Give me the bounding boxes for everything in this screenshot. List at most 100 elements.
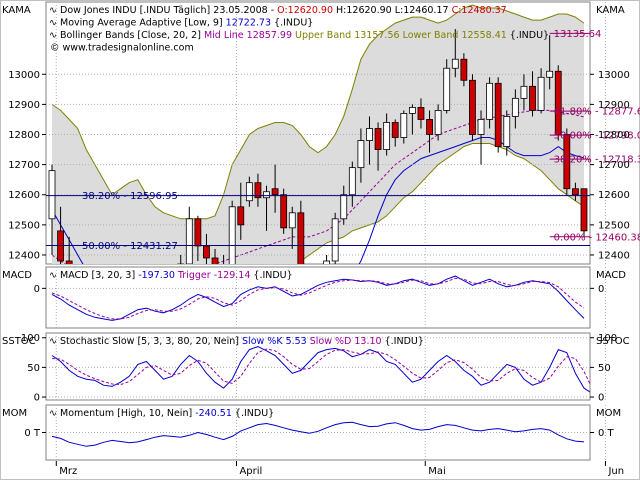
legend-text: Moving Average Adaptive [Low, 9] — [60, 18, 223, 29]
price-side-label-right: KAMA — [596, 5, 625, 16]
y-tick-label-left: 12600 — [8, 190, 40, 201]
reference-line-label: 0.00% - 12460.38 — [554, 232, 640, 243]
reference-line-label: 50.00% - 12431.27 — [82, 241, 178, 252]
candle-body — [426, 119, 433, 135]
legend-value: {.INDU} — [382, 336, 424, 347]
x-tick-label-mai: Mai — [428, 466, 446, 477]
candle-body — [288, 212, 296, 229]
x-tick-label-jun: Jun — [607, 466, 624, 477]
x-tick-label-mrz: Mrz — [59, 466, 77, 477]
y-tick-label-right: 12700 — [598, 160, 630, 171]
sstoc-side-label-right: SSTOC — [596, 336, 630, 347]
y-tick-label-left: 0 T — [24, 428, 41, 439]
legend-wave-icon: ∿ — [49, 336, 57, 347]
y-tick-label-left: 12700 — [8, 160, 40, 171]
price-side-label-left: KAMA — [2, 5, 31, 16]
y-tick-label-left: 12500 — [8, 220, 40, 231]
sstoc-legend-0: Stochastic Slow [5, 3, 3, 80, 20, Nein] … — [60, 336, 424, 347]
mom-side-label-left: MOM — [2, 408, 27, 419]
y-tick-label-right: 12500 — [598, 220, 630, 231]
price-legend-1: Moving Average Adaptive [Low, 9] 12722.7… — [60, 18, 313, 29]
y-tick-label-left: 13000 — [8, 70, 40, 81]
legend-value: Slow %K 5.53 — [239, 336, 307, 347]
candle-body — [357, 140, 365, 169]
candle-body — [245, 182, 253, 202]
y-tick-label-right: 0 T — [598, 428, 615, 439]
mom-legend-0: Momentum [High, 10, Nein] -240.51 {.INDU… — [60, 408, 274, 419]
candle-body — [400, 113, 408, 138]
legend-text: Bollinger Bands [Close, 20, 2] — [60, 30, 201, 41]
candle-body — [546, 70, 554, 78]
candle-body — [443, 67, 451, 111]
macd-side-label-left: MACD — [2, 270, 32, 281]
candle-body — [520, 85, 528, 99]
candle-body — [331, 218, 339, 262]
y-tick-label-left: 50 — [27, 363, 40, 374]
candle-body — [580, 188, 588, 232]
candle-body — [383, 122, 391, 150]
y-tick-label-left: 12400 — [8, 250, 40, 261]
y-tick-label-right: 0 — [598, 393, 604, 404]
candle-body — [48, 170, 56, 220]
y-tick-label-left: 0 — [34, 284, 40, 295]
legend-wave-icon: ∿ — [49, 30, 57, 41]
legend-value: O:12620.90 — [277, 5, 333, 16]
candle-body — [203, 245, 210, 259]
reference-line-label: 13135.64 — [554, 29, 602, 40]
price-legend-2: Bollinger Bands [Close, 20, 2] Mid Line … — [60, 30, 549, 41]
legend-wave-icon: ∿ — [49, 18, 57, 29]
legend-wave-icon: ∿ — [49, 270, 57, 281]
price-legend-0: Dow Jones INDU [.INDU Täglich] 23.05.200… — [60, 5, 507, 16]
candle-body — [434, 110, 442, 135]
candle-body — [537, 76, 545, 111]
y-tick-label-right: 12900 — [598, 100, 630, 111]
y-tick-label-right: 12800 — [598, 130, 630, 141]
candle-body — [494, 82, 502, 147]
candle-body — [374, 128, 382, 150]
candle-body — [408, 107, 416, 114]
sstoc-side-label-left: SSTOC — [2, 336, 36, 347]
legend-value: -129.14 — [211, 270, 251, 281]
macd-legend-0: MACD [3, 20, 3] -197.30 Trigger -129.14 … — [60, 270, 293, 281]
candle-body — [391, 122, 399, 138]
y-tick-label-right: 12600 — [598, 190, 630, 201]
candle-body — [529, 85, 536, 111]
y-tick-label-left: 12900 — [8, 100, 40, 111]
legend-value: Mid Line 12857.99 — [201, 30, 292, 41]
candle-body — [477, 119, 485, 135]
legend-text: Stochastic Slow [5, 3, 3, 80, 20, Nein] — [60, 336, 239, 347]
candle-body — [237, 206, 245, 226]
legend-text: © www.tradesignalonline.com — [50, 43, 194, 54]
legend-text: MACD [3, 20, 3] — [60, 270, 135, 281]
legend-value: H:12620.90 L:12460.17 — [333, 5, 452, 16]
legend-value: Slow %D 13.10 — [307, 336, 382, 347]
trading-chart: Mrz April Mai Jun 38.20% - 12596.95 50.00% - … — [0, 0, 640, 480]
candle-body — [511, 97, 519, 117]
legend-value: {.INDU} — [271, 18, 313, 29]
legend-value: {.INDU} — [507, 30, 549, 41]
legend-value: {.INDU} — [250, 270, 292, 281]
legend-text: Dow Jones INDU [.INDU Täglich] 23.05.200… — [60, 5, 277, 16]
legend-wave-icon: ∿ — [49, 408, 57, 419]
y-tick-label-right: 13000 — [598, 70, 630, 81]
y-tick-label-right: 12400 — [598, 250, 630, 261]
candle-body — [460, 58, 468, 81]
reference-line-label: 38.20% - 12596.95 — [82, 191, 178, 202]
y-tick-label-left: 12800 — [8, 130, 40, 141]
y-tick-label-right: 0 — [598, 284, 604, 295]
legend-value: -197.30 — [135, 270, 175, 281]
candle-body — [263, 191, 270, 199]
candle-body — [451, 58, 459, 69]
candle-body — [194, 218, 202, 247]
candle-body — [503, 116, 511, 147]
legend-wave-icon: ∿ — [49, 5, 57, 16]
candle-body — [366, 128, 373, 141]
x-tick-label-april: April — [239, 466, 262, 477]
legend-value: -240.51 — [192, 408, 232, 419]
legend-value: Trigger — [175, 270, 211, 281]
legend-value: Upper Band 13157.56 Lower Band 12558.41 — [292, 30, 507, 41]
price-legend-3: © www.tradesignalonline.com — [50, 43, 194, 54]
mom-side-label-right: MOM — [596, 408, 621, 419]
candle-body — [554, 70, 562, 135]
y-tick-label-right: 50 — [598, 363, 611, 374]
